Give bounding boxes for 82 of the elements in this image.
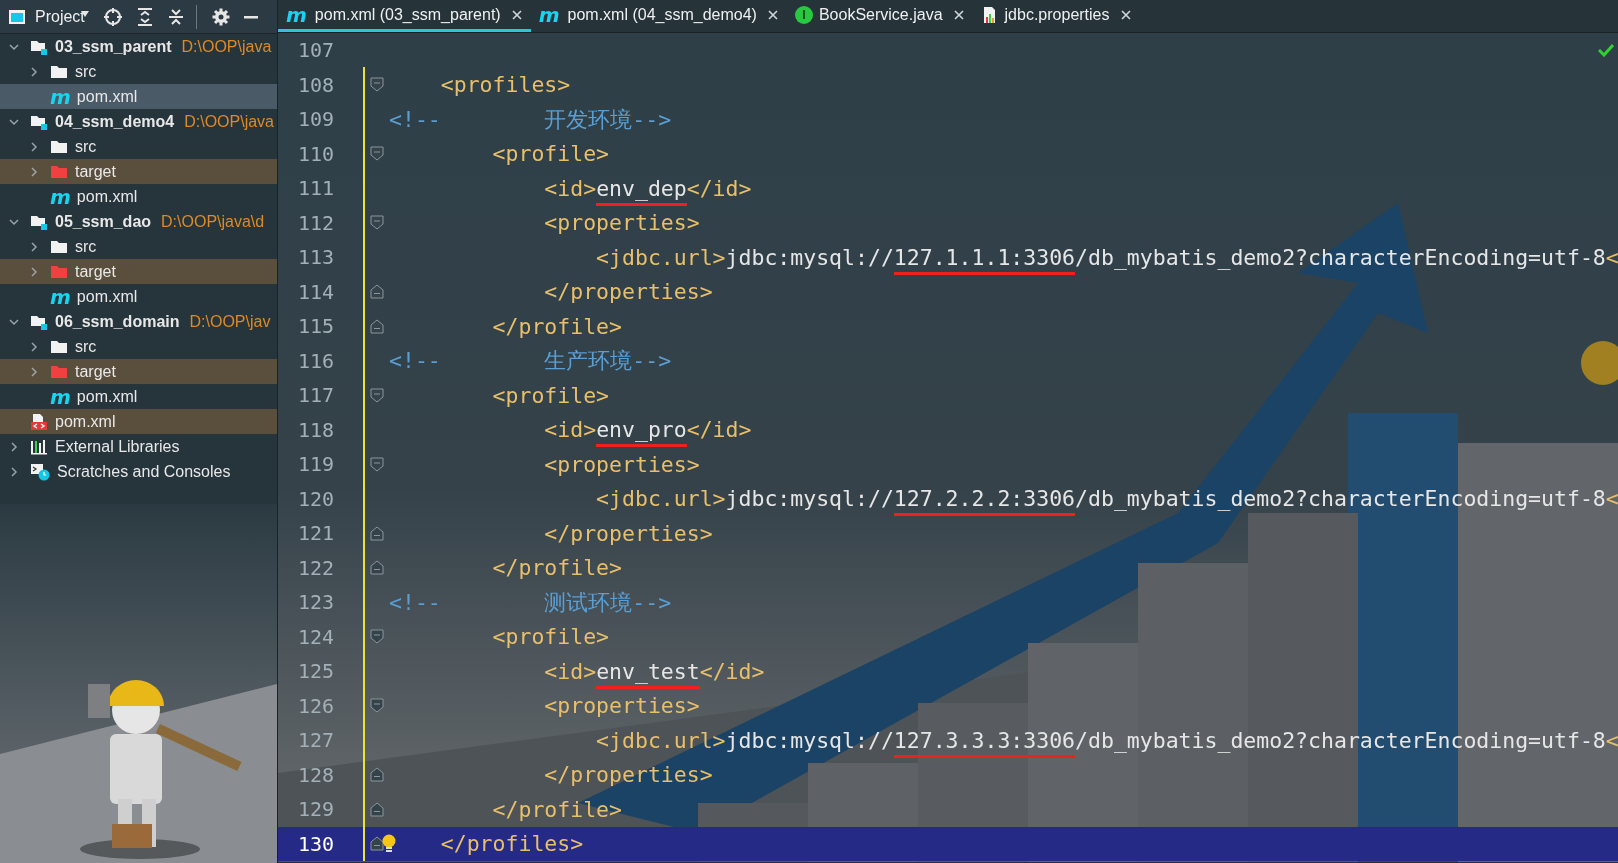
item-label: pom.xml bbox=[55, 412, 116, 431]
module-name: 06_ssm_domain bbox=[55, 312, 180, 331]
item-label: src bbox=[75, 237, 97, 256]
chevron-right-icon[interactable] bbox=[28, 265, 40, 278]
tree-item[interactable]: 05_ssm_dao D:\OOP\java\d bbox=[0, 209, 277, 234]
module-icon bbox=[30, 38, 48, 55]
chevron-right-icon[interactable] bbox=[28, 165, 40, 178]
close-icon[interactable] bbox=[510, 8, 523, 21]
module-path: D:\OOP\java\d bbox=[161, 212, 265, 231]
chevron-right-icon[interactable] bbox=[8, 465, 20, 478]
console-clock-icon bbox=[30, 462, 50, 481]
chevron-right-icon[interactable] bbox=[28, 65, 40, 78]
close-icon[interactable] bbox=[766, 8, 779, 21]
tree-item[interactable]: Scratches and Consoles bbox=[0, 459, 277, 484]
chevron-right-icon[interactable] bbox=[8, 440, 20, 453]
folder-icon bbox=[50, 164, 68, 179]
folder-icon bbox=[50, 139, 68, 154]
editor-tab[interactable]: I BookService.java bbox=[786, 0, 973, 32]
expand-all-icon[interactable] bbox=[135, 6, 154, 27]
folder-icon bbox=[50, 339, 68, 354]
item-label: target bbox=[75, 262, 116, 281]
tree-item[interactable]: src bbox=[0, 234, 277, 259]
tree-item[interactable]: src bbox=[0, 59, 277, 84]
maven-icon: m bbox=[50, 386, 71, 407]
locate-icon[interactable] bbox=[102, 6, 123, 27]
item-label: Scratches and Consoles bbox=[57, 462, 231, 481]
tree-item[interactable]: pom.xml bbox=[0, 409, 277, 434]
folder-icon bbox=[50, 239, 68, 254]
tree-item[interactable]: src bbox=[0, 134, 277, 159]
panel-title[interactable]: Project bbox=[35, 7, 85, 26]
item-label: pom.xml bbox=[76, 187, 138, 206]
folder-icon bbox=[50, 64, 68, 79]
tree-item[interactable]: target bbox=[0, 159, 277, 184]
tree-item[interactable]: src bbox=[0, 334, 277, 359]
tree-item[interactable]: 06_ssm_domain D:\OOP\jav bbox=[0, 309, 277, 334]
maven-icon: m bbox=[50, 86, 71, 107]
module-icon bbox=[30, 313, 48, 330]
item-label: pom.xml bbox=[76, 287, 138, 306]
maven-icon: m bbox=[286, 4, 307, 25]
item-label: pom.xml bbox=[76, 87, 138, 106]
chevron-right-icon[interactable] bbox=[28, 240, 40, 253]
maven-icon: m bbox=[50, 286, 71, 307]
tree-item[interactable]: m pom.xml bbox=[0, 284, 277, 309]
tree-item[interactable]: target bbox=[0, 359, 277, 384]
item-label: src bbox=[75, 137, 97, 156]
tree-item[interactable]: External Libraries bbox=[0, 434, 277, 459]
interface-icon: I bbox=[794, 5, 813, 24]
item-label: src bbox=[75, 62, 97, 81]
folder-icon bbox=[50, 264, 68, 279]
collapse-all-icon[interactable] bbox=[166, 6, 185, 27]
module-path: D:\OOP\java bbox=[181, 37, 272, 56]
item-label: target bbox=[75, 362, 116, 381]
chevron-right-icon[interactable] bbox=[28, 340, 40, 353]
editor-tab[interactable]: m pom.xml (04_ssm_demo4) bbox=[530, 0, 787, 32]
item-label: target bbox=[75, 162, 116, 181]
module-name: 04_ssm_demo4 bbox=[55, 112, 175, 131]
chevron-right-icon[interactable] bbox=[28, 365, 40, 378]
close-icon[interactable] bbox=[1119, 8, 1132, 21]
window-icon bbox=[8, 8, 26, 25]
tree-item[interactable]: m pom.xml bbox=[0, 184, 277, 209]
folder-icon bbox=[50, 364, 68, 379]
close-icon[interactable] bbox=[952, 8, 965, 21]
tree-item[interactable]: 04_ssm_demo4 D:\OOP\java bbox=[0, 109, 277, 134]
item-label: pom.xml bbox=[76, 387, 138, 406]
editor-tab[interactable]: jdbc.properties bbox=[972, 0, 1140, 32]
item-label: External Libraries bbox=[55, 437, 180, 456]
module-icon bbox=[30, 113, 48, 130]
module-path: D:\OOP\java bbox=[184, 112, 274, 131]
tree-item[interactable]: 03_ssm_parent D:\OOP\java bbox=[0, 34, 277, 59]
module-icon bbox=[30, 213, 48, 230]
tree-item[interactable]: target bbox=[0, 259, 277, 284]
module-path: D:\OOP\jav bbox=[189, 312, 271, 331]
chevron-right-icon[interactable] bbox=[28, 140, 40, 153]
item-label: src bbox=[75, 337, 97, 356]
xml-file-icon bbox=[30, 412, 48, 431]
libraries-icon bbox=[30, 438, 48, 455]
tree-item[interactable]: m pom.xml bbox=[0, 84, 277, 109]
tree-item[interactable]: m pom.xml bbox=[0, 384, 277, 409]
module-name: 05_ssm_dao bbox=[55, 212, 152, 231]
maven-icon: m bbox=[50, 186, 71, 207]
module-name: 03_ssm_parent bbox=[55, 37, 172, 56]
maven-icon: m bbox=[538, 4, 560, 25]
